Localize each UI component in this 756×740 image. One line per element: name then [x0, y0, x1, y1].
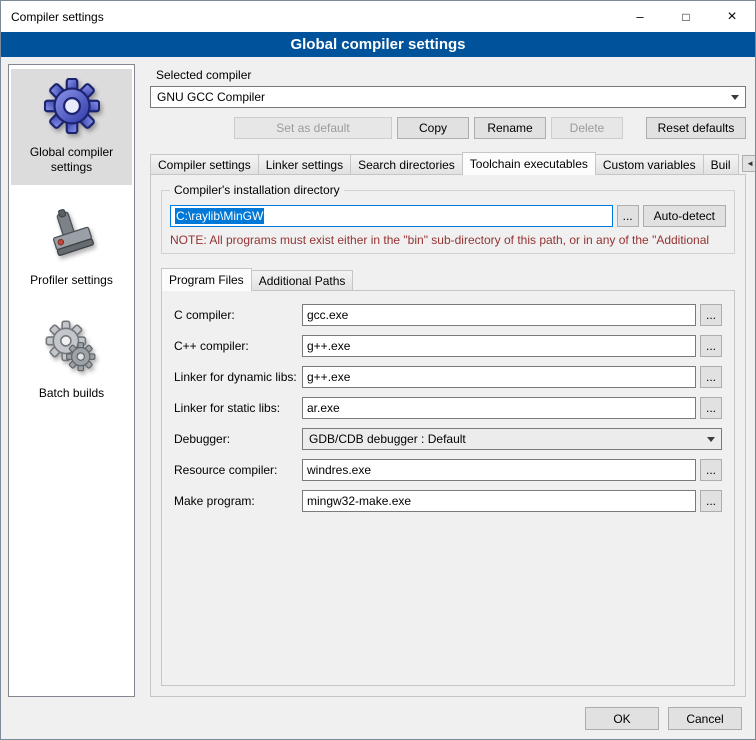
- sidebar-item-batch-builds[interactable]: Batch builds: [11, 310, 132, 411]
- c-compiler-value: gcc.exe: [307, 308, 348, 322]
- profiler-tool-icon: [43, 205, 101, 263]
- delete-button[interactable]: Delete: [551, 117, 623, 139]
- selected-compiler-dropdown[interactable]: GNU GCC Compiler: [150, 86, 746, 108]
- resource-compiler-label: Resource compiler:: [174, 463, 302, 477]
- dynamic-linker-browse-button[interactable]: ...: [700, 366, 722, 388]
- sidebar-item-label: Profiler settings: [30, 273, 113, 288]
- cpp-compiler-value: g++.exe: [307, 339, 350, 353]
- installation-directory-browse-button[interactable]: ...: [617, 205, 639, 227]
- cpp-compiler-browse-button[interactable]: ...: [700, 335, 722, 357]
- dynamic-linker-value: g++.exe: [307, 370, 350, 384]
- global-compiler-gear-icon: [43, 77, 101, 135]
- debugger-row: Debugger: GDB/CDB debugger : Default: [174, 428, 722, 450]
- tab-additional-paths[interactable]: Additional Paths: [251, 270, 354, 290]
- compiler-actions: Set as default Copy Rename Delete Reset …: [150, 117, 746, 139]
- selected-compiler-label: Selected compiler: [156, 68, 746, 82]
- tab-scroll-controls: ◄ ►: [738, 155, 756, 172]
- make-program-label: Make program:: [174, 494, 302, 508]
- window-title: Compiler settings: [1, 10, 104, 24]
- cpp-compiler-input[interactable]: g++.exe: [302, 335, 696, 357]
- c-compiler-row: C compiler: gcc.exe ...: [174, 304, 722, 326]
- settings-tab-bar: Compiler settings Linker settings Search…: [150, 152, 746, 174]
- tab-custom-variables[interactable]: Custom variables: [595, 154, 704, 174]
- sidebar-item-profiler-settings[interactable]: Profiler settings: [11, 197, 132, 298]
- set-as-default-button[interactable]: Set as default: [234, 117, 392, 139]
- dynamic-linker-label: Linker for dynamic libs:: [174, 370, 302, 384]
- dialog-footer: OK Cancel: [1, 704, 755, 739]
- batch-builds-gears-icon: [43, 318, 101, 376]
- dynamic-linker-row: Linker for dynamic libs: g++.exe ...: [174, 366, 722, 388]
- selected-compiler-value: GNU GCC Compiler: [157, 90, 265, 104]
- resource-compiler-value: windres.exe: [307, 463, 371, 477]
- tab-search-directories[interactable]: Search directories: [350, 154, 463, 174]
- compiler-settings-dialog: Compiler settings – □ × Global compiler …: [0, 0, 756, 740]
- auto-detect-button[interactable]: Auto-detect: [643, 205, 726, 227]
- resource-compiler-browse-button[interactable]: ...: [700, 459, 722, 481]
- make-program-browse-button[interactable]: ...: [700, 490, 722, 512]
- ok-button[interactable]: OK: [585, 707, 659, 730]
- c-compiler-input[interactable]: gcc.exe: [302, 304, 696, 326]
- program-files-tab-bar: Program Files Additional Paths: [161, 268, 735, 290]
- tab-compiler-settings[interactable]: Compiler settings: [150, 154, 259, 174]
- program-files-panel: C compiler: gcc.exe ... C++ compiler: g+…: [161, 290, 735, 686]
- page-title: Global compiler settings: [1, 32, 755, 57]
- cancel-button[interactable]: Cancel: [668, 707, 742, 730]
- title-bar[interactable]: Compiler settings – □ ×: [1, 1, 755, 32]
- static-linker-value: ar.exe: [307, 401, 340, 415]
- tab-linker-settings[interactable]: Linker settings: [258, 154, 351, 174]
- maximize-icon[interactable]: □: [663, 1, 709, 32]
- c-compiler-browse-button[interactable]: ...: [700, 304, 722, 326]
- settings-sidebar: Global compiler settings Profiler se: [8, 64, 135, 697]
- tab-build-options-truncated[interactable]: Buil: [703, 154, 739, 174]
- reset-defaults-button[interactable]: Reset defaults: [646, 117, 746, 139]
- c-compiler-label: C compiler:: [174, 308, 302, 322]
- dynamic-linker-input[interactable]: g++.exe: [302, 366, 696, 388]
- sidebar-item-global-compiler-settings[interactable]: Global compiler settings: [11, 69, 132, 185]
- static-linker-label: Linker for static libs:: [174, 401, 302, 415]
- cpp-compiler-row: C++ compiler: g++.exe ...: [174, 335, 722, 357]
- resource-compiler-input[interactable]: windres.exe: [302, 459, 696, 481]
- dialog-content: Global compiler settings Profiler se: [1, 57, 755, 704]
- window-controls: – □ ×: [617, 1, 755, 32]
- debugger-dropdown[interactable]: GDB/CDB debugger : Default: [302, 428, 722, 450]
- static-linker-input[interactable]: ar.exe: [302, 397, 696, 419]
- installation-directory-row: C:\raylib\MinGW ... Auto-detect: [170, 205, 726, 227]
- minimize-icon[interactable]: –: [617, 1, 663, 32]
- installation-directory-input[interactable]: C:\raylib\MinGW: [170, 205, 613, 227]
- chevron-down-icon: [731, 95, 739, 100]
- make-program-input[interactable]: mingw32-make.exe: [302, 490, 696, 512]
- sidebar-item-label: Batch builds: [39, 386, 104, 401]
- static-linker-browse-button[interactable]: ...: [700, 397, 722, 419]
- make-program-value: mingw32-make.exe: [307, 494, 411, 508]
- installation-directory-value: C:\raylib\MinGW: [175, 208, 264, 224]
- tab-program-files[interactable]: Program Files: [161, 268, 252, 291]
- toolchain-executables-panel: Compiler's installation directory C:\ray…: [150, 174, 746, 697]
- debugger-value: GDB/CDB debugger : Default: [309, 432, 466, 446]
- debugger-label: Debugger:: [174, 432, 302, 446]
- tab-scroll-left-icon[interactable]: ◄: [742, 155, 756, 172]
- cpp-compiler-label: C++ compiler:: [174, 339, 302, 353]
- installation-directory-group: Compiler's installation directory C:\ray…: [161, 190, 735, 254]
- close-icon[interactable]: ×: [709, 1, 755, 32]
- make-program-row: Make program: mingw32-make.exe ...: [174, 490, 722, 512]
- tab-toolchain-executables[interactable]: Toolchain executables: [462, 152, 596, 175]
- static-linker-row: Linker for static libs: ar.exe ...: [174, 397, 722, 419]
- main-panel: Selected compiler GNU GCC Compiler Set a…: [144, 64, 748, 697]
- note-text: NOTE: All programs must exist either in …: [170, 233, 726, 247]
- sidebar-item-label: Global compiler settings: [14, 145, 129, 175]
- copy-button[interactable]: Copy: [397, 117, 469, 139]
- installation-directory-group-label: Compiler's installation directory: [170, 183, 344, 197]
- resource-compiler-row: Resource compiler: windres.exe ...: [174, 459, 722, 481]
- chevron-down-icon: [707, 437, 715, 442]
- rename-button[interactable]: Rename: [474, 117, 546, 139]
